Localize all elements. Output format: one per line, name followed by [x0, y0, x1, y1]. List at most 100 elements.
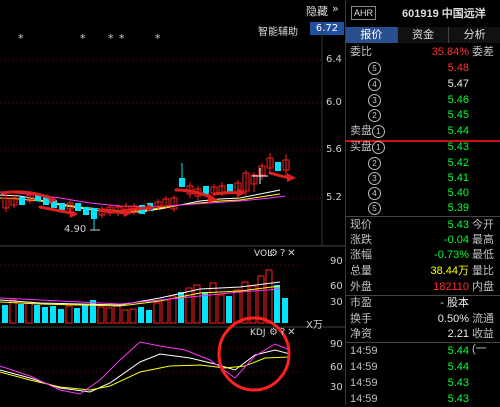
vol-tick: 60 [330, 281, 343, 292]
stat-tail: 量比 [472, 265, 494, 277]
ask-level: 2 [368, 109, 381, 122]
candlestick-svg [0, 20, 345, 395]
stat-row: 总量 38.44万 量比 [346, 264, 500, 279]
bid-level: 4 [368, 187, 381, 200]
ask-price: 5.45 [447, 109, 469, 121]
bid-row[interactable]: 5 5.39 [346, 201, 500, 216]
ask-price: 5.44 [447, 125, 469, 137]
stock-chart[interactable]: 隐藏 » 智能辅助 6.72 * * * * * 6.4 6.0 5.6 5.2 [0, 0, 345, 405]
stat-label: 涨幅 [350, 249, 372, 261]
ask-price: 5.46 [447, 94, 469, 106]
bid-price: 5.40 [447, 187, 469, 199]
stat-tail: 最低 [472, 249, 494, 261]
quote-panel: AHR 601919 中国远洋 报价 资金 分析 委比 35.84% 委差 5 … [345, 0, 500, 405]
vol-tick: 90 [330, 256, 343, 267]
ask-level: 1 [372, 125, 385, 138]
kdj-tick: 60 [330, 362, 343, 373]
tick-time: 14:59 [350, 361, 378, 373]
tick-row: 14:59 5.44 [346, 360, 500, 375]
close-icon[interactable]: ✕ [287, 327, 297, 338]
ask-row[interactable]: 5 5.48 [346, 61, 500, 76]
weibi-value: 35.84% [431, 46, 469, 58]
bid-row[interactable]: 3 5.41 [346, 171, 500, 186]
stat-tail: 流通 [472, 313, 494, 325]
bid-row[interactable]: 买盘 1 5.43 [346, 140, 500, 155]
tick-time: 14:59 [350, 345, 378, 357]
stat-row: 换手 0.50% 流通 [346, 312, 500, 327]
stock-code-name: 601919 中国远洋 [402, 8, 486, 20]
stat-label: 净资 [350, 328, 372, 340]
bid-level: 1 [372, 141, 385, 154]
gear-icon[interactable]: ⚙ [269, 327, 280, 338]
tick-row: 14:59 5.44 [346, 344, 500, 359]
stat-row: 外盘 182110 内盘 [346, 280, 500, 295]
stat-label: 现价 [350, 219, 372, 231]
weicha-label: 委差 [472, 46, 494, 58]
tab-funds[interactable]: 资金 [397, 27, 450, 43]
stat-label: 市盈 [350, 297, 372, 309]
stat-label: 换手 [350, 313, 372, 325]
bid-level: 3 [368, 172, 381, 185]
stat-value: - 股本 [440, 297, 469, 309]
vol-unit: X万 [306, 320, 323, 331]
stat-row: 现价 5.43 今开 [346, 218, 500, 233]
ask-price: 5.48 [447, 62, 469, 74]
ask-level: 4 [368, 78, 381, 91]
tab-analysis[interactable]: 分析 [449, 27, 500, 43]
low-price-marker: 4.90 [64, 224, 87, 235]
stat-row: 涨跌 -0.04 最高 [346, 233, 500, 248]
stat-value: 38.44万 [430, 265, 469, 277]
tick-price: 5.44 [447, 345, 469, 357]
close-icon[interactable]: ✕ [287, 248, 297, 259]
stat-value: 2.21 [447, 328, 469, 340]
stat-value: 182110 [433, 281, 469, 293]
bid-level: 2 [368, 157, 381, 170]
tick-price: 5.43 [447, 377, 469, 389]
tick-row: 14:59 5.43 [346, 376, 500, 391]
ask-level: 5 [368, 62, 381, 75]
stat-row: 市盈 - 股本 [346, 296, 500, 311]
stat-value: 0.50% [437, 313, 469, 325]
bid-level: 5 [368, 202, 381, 215]
ask-prefix: 卖盘 [350, 125, 372, 137]
kdj-tick: 30 [330, 382, 343, 393]
kdj-indicator-label[interactable]: KDJ [250, 328, 266, 338]
stat-value: -0.73% [434, 249, 469, 261]
bid-price: 5.43 [447, 141, 469, 153]
ahr-badge[interactable]: AHR [351, 6, 377, 20]
bid-price: 5.39 [447, 202, 469, 214]
stat-row: 涨幅 -0.73% 最低 [346, 248, 500, 263]
bid-row[interactable]: 2 5.42 [346, 156, 500, 171]
bid-prefix: 买盘 [350, 141, 372, 153]
ask-price: 5.47 [447, 78, 469, 90]
stat-label: 总量 [350, 265, 372, 277]
ask-row[interactable]: 卖盘 1 5.44 [346, 124, 500, 139]
quote-tabs: 报价 资金 分析 [346, 27, 500, 43]
quote-header: AHR 601919 中国远洋 [346, 0, 500, 26]
bid-price: 5.42 [447, 157, 469, 169]
bid-row[interactable]: 4 5.40 [346, 186, 500, 201]
tick-time: 14:59 [350, 377, 378, 389]
stat-tail: 最高 [472, 234, 494, 246]
tab-quote[interactable]: 报价 [346, 27, 398, 43]
stat-tail: 今开 [472, 219, 494, 231]
ask-row[interactable]: 3 5.46 [346, 93, 500, 108]
ask-row[interactable]: 2 5.45 [346, 108, 500, 123]
gear-icon[interactable]: ⚙ [269, 248, 280, 259]
ask-row[interactable]: 4 5.47 [346, 77, 500, 92]
stat-tail: 内盘 [472, 281, 494, 293]
stat-value: 5.43 [447, 219, 469, 231]
stat-row: 净资 2.21 收益(一 [346, 327, 500, 355]
tick-price: 5.44 [447, 361, 469, 373]
weibi-row: 委比 35.84% 委差 [346, 45, 500, 60]
weibi-label: 委比 [350, 46, 372, 58]
kdj-tick: 90 [330, 339, 343, 350]
section-divider [346, 216, 500, 217]
vol-tick: 30 [330, 297, 343, 308]
vol-panel-tools: ⚙?✕ [269, 248, 298, 259]
ask-level: 3 [368, 94, 381, 107]
stat-label: 涨跌 [350, 234, 372, 246]
bid-price: 5.41 [447, 172, 469, 184]
kdj-panel-tools: ⚙?✕ [269, 327, 298, 338]
stat-value: -0.04 [443, 234, 469, 246]
